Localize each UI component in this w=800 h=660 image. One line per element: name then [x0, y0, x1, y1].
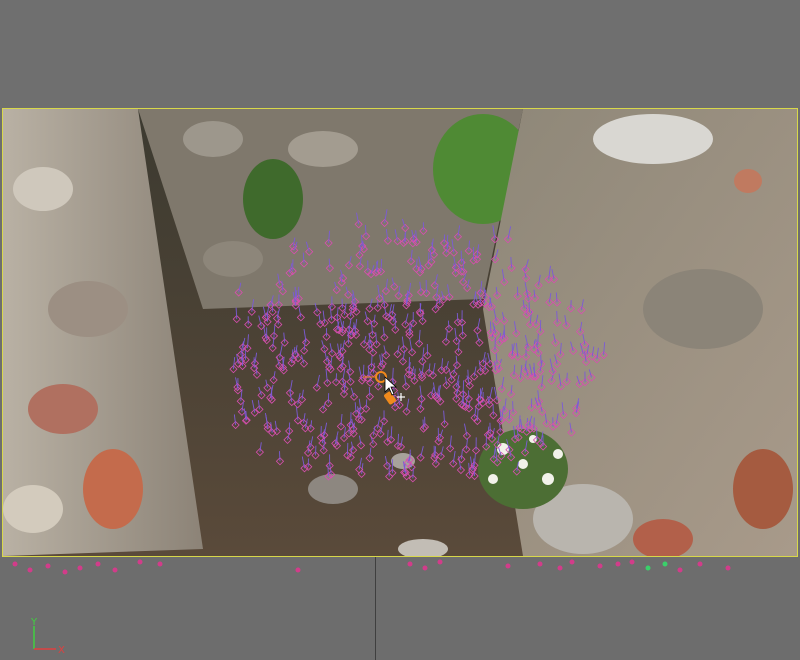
track-trail — [371, 354, 373, 367]
camera-viewport-frame[interactable] — [2, 108, 798, 557]
track-trail — [368, 386, 371, 397]
track-trail — [461, 323, 464, 336]
offscreen-marker — [12, 561, 18, 567]
offscreen-marker — [677, 567, 683, 573]
offscreen-marker — [112, 567, 118, 573]
offscreen-marker — [45, 563, 51, 569]
track-trail — [327, 465, 329, 477]
axis-y-label: Y — [30, 617, 38, 628]
offscreen-marker — [629, 559, 635, 565]
track-trail — [422, 419, 425, 429]
offscreen-marker — [645, 565, 651, 571]
offscreen-marker — [77, 565, 83, 571]
track-trail — [443, 234, 446, 244]
offscreen-marker — [537, 561, 543, 567]
track-trail — [533, 417, 535, 429]
offscreen-marker — [137, 559, 143, 565]
offscreen-marker — [95, 561, 101, 567]
track-trail — [365, 399, 368, 409]
offscreen-marker — [437, 559, 443, 565]
offscreen-marker — [662, 561, 668, 567]
track-trail — [540, 353, 542, 364]
track-trail — [288, 422, 291, 431]
axis-x-label: X — [58, 645, 65, 656]
track-trail — [412, 467, 414, 479]
background-photo — [3, 109, 797, 556]
track-trail — [566, 372, 568, 382]
offscreen-marker — [505, 563, 511, 569]
track-trail — [456, 312, 459, 323]
offscreen-marker — [27, 567, 33, 573]
offscreen-markers — [12, 559, 731, 575]
offscreen-marker — [422, 565, 428, 571]
offscreen-marker — [615, 561, 621, 567]
track-trail — [367, 365, 370, 379]
offscreen-marker — [569, 559, 575, 565]
track-trail — [397, 433, 399, 446]
track-trail — [489, 321, 492, 333]
track-trail — [368, 339, 370, 350]
offscreen-marker — [295, 567, 301, 573]
track-trail — [365, 224, 367, 237]
offscreen-marker — [557, 565, 563, 571]
track-trail — [347, 330, 349, 344]
top-viewport-panel[interactable] — [0, 0, 800, 108]
offscreen-marker — [62, 569, 68, 575]
offscreen-marker — [157, 561, 163, 567]
offscreen-marker — [725, 565, 731, 571]
offscreen-marker — [597, 563, 603, 569]
track-trail — [409, 449, 411, 460]
axis-gizmo-icon: Y X — [30, 617, 65, 656]
offscreen-marker — [697, 561, 703, 567]
track-trail — [556, 310, 558, 323]
offscreen-marker — [407, 561, 413, 567]
